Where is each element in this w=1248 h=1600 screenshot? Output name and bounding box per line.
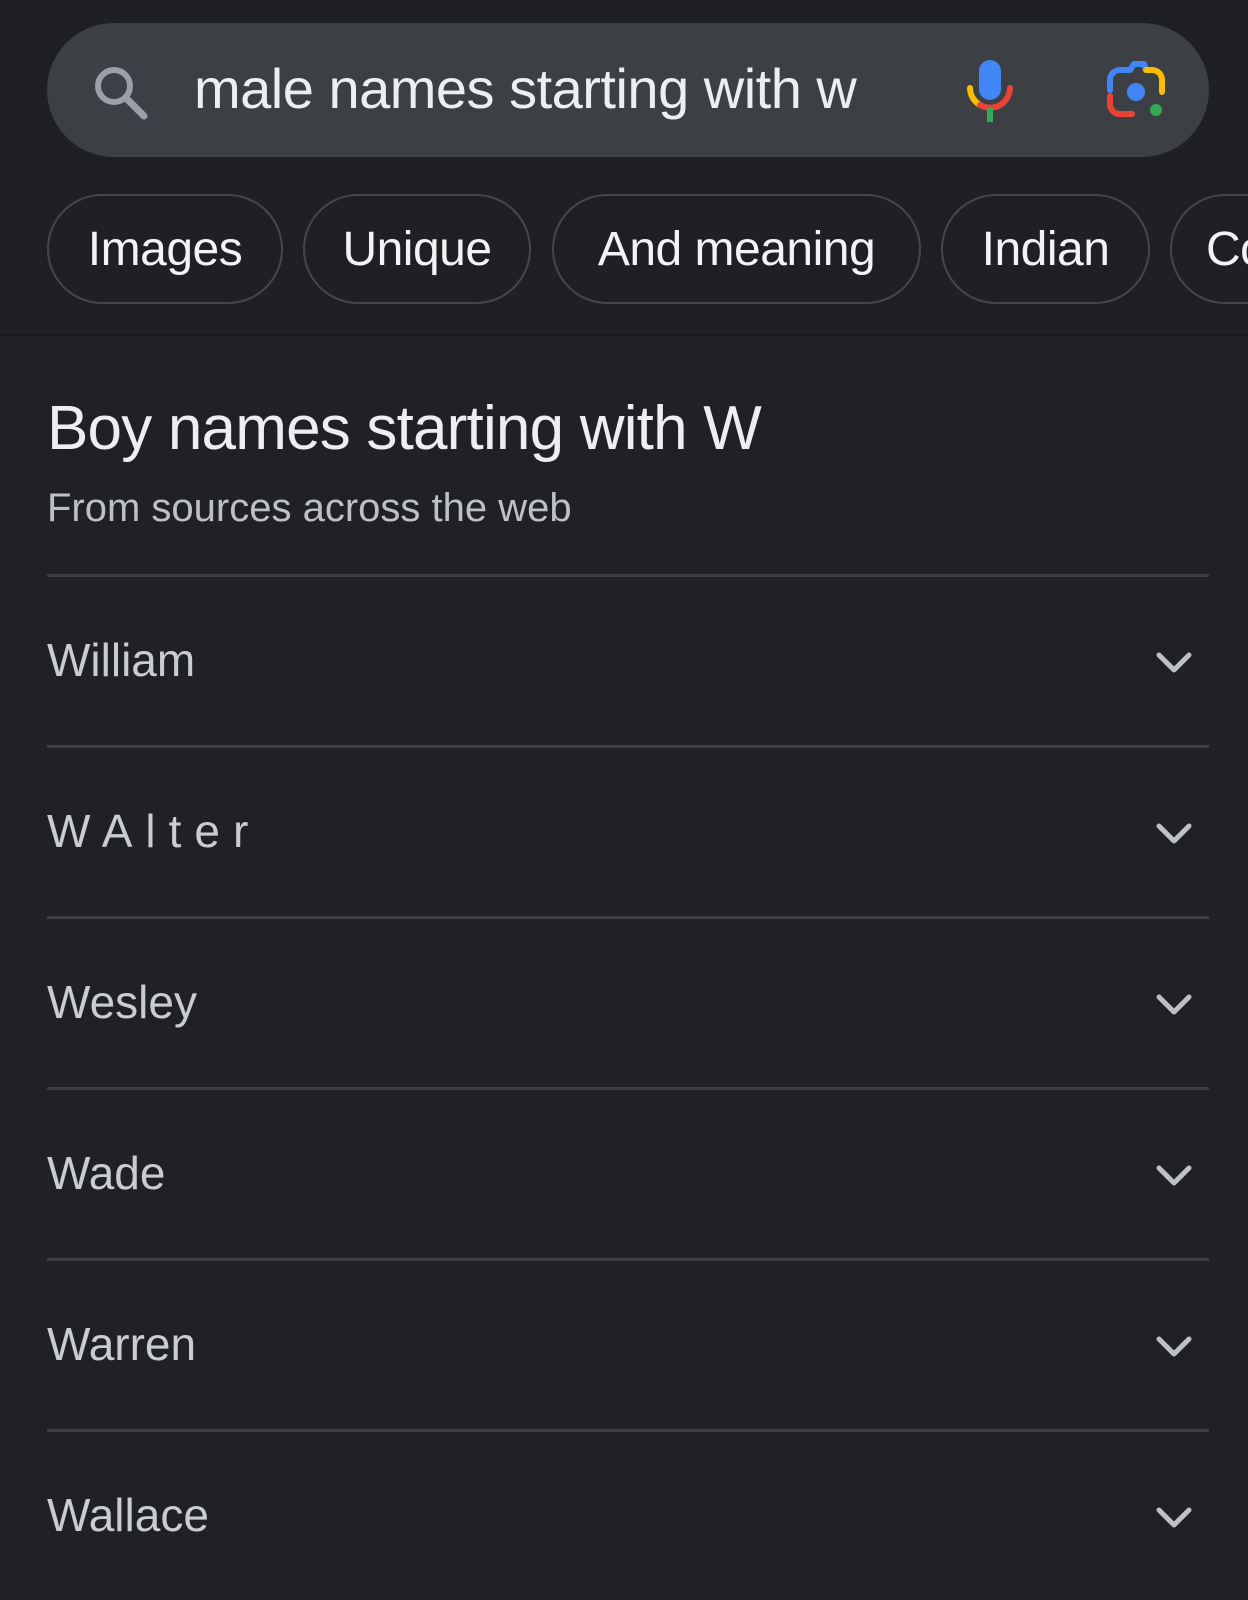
search-icon[interactable] xyxy=(90,62,150,122)
name-label: Warren xyxy=(47,1318,197,1370)
list-item[interactable]: Wesley xyxy=(47,916,1209,1087)
search-header: male names starting with w Images Unique… xyxy=(0,0,1248,336)
search-input[interactable]: male names starting with w xyxy=(194,56,857,121)
microphone-icon[interactable] xyxy=(962,58,1018,124)
chevron-down-icon[interactable] xyxy=(1155,1156,1193,1194)
chevron-down-icon[interactable] xyxy=(1155,643,1193,681)
list-item[interactable]: Warren xyxy=(47,1258,1209,1429)
section-title: Boy names starting with W xyxy=(47,394,762,463)
chip-unique[interactable]: Unique xyxy=(303,194,531,304)
google-lens-camera-icon[interactable] xyxy=(1104,60,1168,122)
chip-indian[interactable]: Indian xyxy=(941,194,1150,304)
name-label: William xyxy=(47,634,196,686)
chevron-down-icon[interactable] xyxy=(1155,814,1193,852)
section-subtitle: From sources across the web xyxy=(47,486,572,530)
list-item[interactable]: Wade xyxy=(47,1087,1209,1258)
name-label: Wallace xyxy=(47,1489,209,1541)
chevron-down-icon[interactable] xyxy=(1155,1498,1193,1536)
chip-and-meaning[interactable]: And meaning xyxy=(552,194,921,304)
name-label: WAlter xyxy=(47,805,262,857)
list-item[interactable]: Wallace xyxy=(47,1429,1209,1600)
name-label: Wade xyxy=(47,1147,166,1199)
chevron-down-icon[interactable] xyxy=(1155,1327,1193,1365)
list-item[interactable]: William xyxy=(47,574,1209,745)
chip-more[interactable]: Co xyxy=(1170,194,1248,304)
list-item[interactable]: WAlter xyxy=(47,745,1209,916)
chevron-down-icon[interactable] xyxy=(1155,985,1193,1023)
names-list: William WAlter Wesley Wade Warren Wallac… xyxy=(47,574,1209,1600)
name-label: Wesley xyxy=(47,976,197,1028)
chip-images[interactable]: Images xyxy=(47,194,283,304)
